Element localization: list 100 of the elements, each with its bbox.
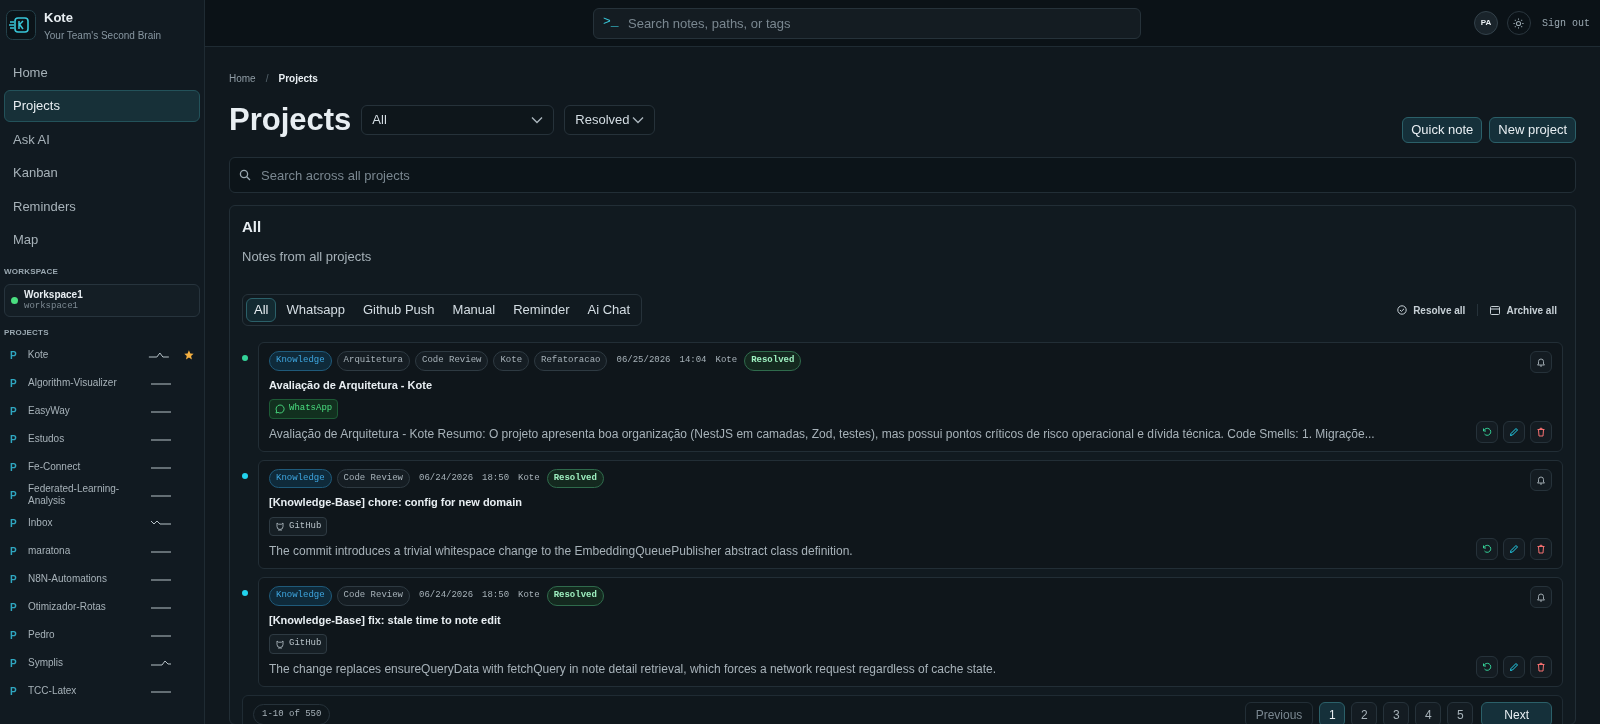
reminder-button[interactable] [1530, 351, 1552, 373]
nav-item[interactable]: Home [4, 56, 200, 88]
edit-button[interactable] [1503, 538, 1525, 560]
status-filter-dropdown[interactable]: Resolved [564, 104, 656, 135]
tag[interactable]: Code Review [415, 351, 489, 371]
workspace-name: Workspace1 [24, 288, 83, 301]
undo-button[interactable] [1476, 420, 1498, 443]
project-link[interactable]: N8N-Automations [28, 573, 142, 586]
logo-icon [6, 10, 36, 41]
tag[interactable]: Refatoracao [534, 351, 608, 371]
note-title[interactable]: [Knowledge-Base] chore: config for new domain [269, 494, 1466, 511]
delete-button[interactable] [1530, 655, 1552, 678]
edit-button[interactable] [1503, 420, 1525, 443]
breadcrumb-current: Projects [278, 72, 318, 86]
brand-name: Kote [44, 9, 74, 27]
source-tab[interactable]: All [246, 298, 277, 322]
project-link[interactable]: Federated-Learning-Analysis [28, 483, 142, 508]
source-tab[interactable]: Reminder [505, 298, 578, 322]
sign-out-link[interactable]: Sign out [1542, 15, 1590, 31]
source-tab[interactable]: Github Push [355, 298, 443, 322]
project-letter: P [10, 404, 18, 419]
archive-all-button[interactable]: Archive all [1490, 302, 1557, 318]
bell-icon [1536, 474, 1546, 485]
cat-icon [275, 521, 285, 532]
project-letter: P [10, 488, 18, 503]
quick-note-button[interactable]: Quick note [1402, 117, 1483, 143]
tag[interactable]: Code Review [336, 586, 411, 606]
project-letter: P [10, 516, 18, 531]
project-link[interactable]: EasyWay [28, 405, 142, 418]
project-link[interactable]: TCC-Latex [28, 685, 142, 698]
note-date: 06/24/2026 [419, 589, 474, 602]
breadcrumb-separator: / [265, 72, 269, 86]
nav-item[interactable]: Projects [4, 90, 200, 122]
page-button[interactable]: 3 [1383, 702, 1410, 724]
chevron-down-icon [531, 115, 544, 124]
note-project: Kote [518, 471, 540, 485]
workspace-card[interactable]: Workspace1 workspace1 [4, 283, 200, 318]
tag[interactable]: Arquitetura [336, 351, 411, 371]
nav-item[interactable]: Kanban [4, 157, 200, 189]
page-button[interactable]: 4 [1415, 702, 1442, 724]
undo-button[interactable] [1476, 538, 1498, 560]
project-letter: P [10, 348, 18, 363]
tag[interactable]: Knowledge [269, 586, 332, 606]
tag[interactable]: Knowledge [269, 351, 332, 371]
project-link[interactable]: Kote [27, 349, 141, 362]
project-filter-dropdown[interactable]: All [361, 104, 555, 135]
source-tab[interactable]: Manual [444, 298, 504, 322]
note-time: 18:50 [482, 471, 510, 485]
project-link[interactable]: Symplis [28, 657, 142, 670]
user-avatar[interactable]: PA [1474, 11, 1498, 35]
reminder-button[interactable] [1530, 586, 1552, 608]
star-icon[interactable] [184, 350, 194, 361]
tag[interactable]: Kote [493, 351, 530, 371]
cat-icon [275, 638, 285, 649]
note-title[interactable]: Avaliação de Arquitetura - Kote [269, 376, 1466, 393]
delete-button[interactable] [1530, 420, 1552, 443]
source-badge: WhatsApp [269, 399, 339, 419]
nav-item[interactable]: Reminders [4, 190, 200, 222]
archive-icon [1490, 305, 1501, 315]
project-link[interactable]: Estudos [28, 433, 142, 446]
note-title[interactable]: [Knowledge-Base] fix: stale time to note edit [269, 611, 1466, 628]
project-search-field[interactable]: Search across all projects [229, 157, 1576, 193]
nav-item[interactable]: Ask AI [4, 123, 200, 155]
delete-button[interactable] [1530, 538, 1552, 560]
previous-button[interactable]: Previous [1244, 702, 1314, 724]
new-project-button[interactable]: New project [1489, 117, 1576, 143]
undo-icon [1482, 661, 1492, 672]
status-badge: Resolved [744, 351, 802, 371]
reminder-button[interactable] [1530, 468, 1552, 491]
note-description: The commit introduces a trivial whitespace change to the EmbeddingQueuePublisher abstract class definition. [269, 543, 854, 560]
tag[interactable]: Code Review [336, 468, 411, 488]
next-button[interactable]: Next [1481, 702, 1552, 724]
project-link[interactable]: Fe-Connect [28, 461, 142, 474]
status-badge: Resolved [546, 586, 604, 606]
note-card[interactable] [258, 577, 1563, 687]
note-card[interactable] [258, 342, 1563, 452]
project-letter: P [10, 544, 18, 559]
page-button[interactable]: 1 [1319, 702, 1346, 724]
tag[interactable]: Knowledge [269, 468, 332, 488]
source-tab[interactable]: Whatsapp [278, 298, 353, 322]
project-link[interactable]: Inbox [28, 517, 142, 530]
note-card[interactable] [258, 459, 1563, 569]
breadcrumb-link[interactable]: Home [229, 71, 256, 86]
source-badge: GitHub [269, 516, 328, 536]
nav-item[interactable]: Map [4, 224, 200, 256]
project-link[interactable]: maratona [28, 545, 142, 558]
project-letter: P [10, 684, 18, 699]
pencil-icon [1509, 544, 1519, 554]
pencil-icon [1509, 426, 1519, 437]
undo-button[interactable] [1476, 655, 1498, 678]
source-tab[interactable]: Ai Chat [579, 298, 639, 322]
page-button[interactable]: 2 [1351, 702, 1378, 724]
project-link[interactable]: Pedro [28, 629, 142, 642]
resolve-all-button[interactable]: Resolve all [1397, 302, 1466, 318]
project-link[interactable]: Algorithm-Visualizer [28, 377, 142, 390]
chevron-down-icon [632, 115, 645, 124]
project-link[interactable]: Otimizador-Rotas [28, 601, 142, 614]
page-button[interactable]: 5 [1447, 702, 1474, 724]
edit-button[interactable] [1503, 655, 1525, 678]
section-heading: WORKSPACE [4, 265, 60, 278]
